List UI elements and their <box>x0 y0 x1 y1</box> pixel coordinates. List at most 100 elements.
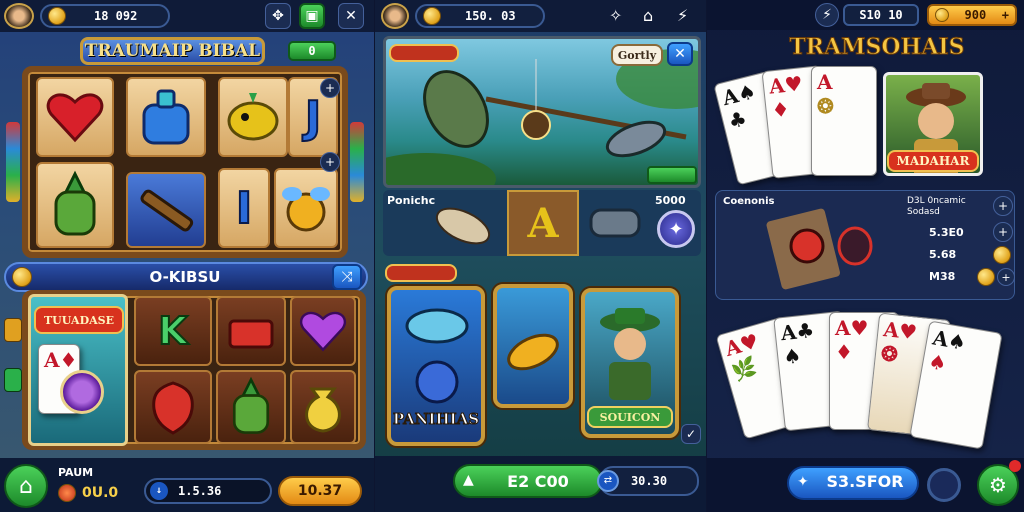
fish-icon <box>227 93 279 141</box>
slot-gem-heart <box>290 296 356 366</box>
scene-tag-right: Gortly <box>611 44 663 66</box>
side-gems-right <box>350 122 364 202</box>
gold-fish-icon <box>507 333 559 371</box>
bonus-coin-icon <box>12 267 32 287</box>
fish-item-icon <box>435 207 491 245</box>
slot-game-panel: 18 092 ✥ ▣ ✕ TRAUMAIP BIBAL 0 J I + + O-… <box>0 0 374 512</box>
info-art <box>763 198 873 290</box>
side-tab-left-2[interactable] <box>4 368 22 392</box>
currency-value: 18 092 <box>94 9 138 23</box>
section-tag <box>385 264 457 282</box>
star-badge-icon[interactable]: ✦ <box>657 210 695 248</box>
toggle-button[interactable] <box>927 468 961 502</box>
fish-card-title: PANIHIAS <box>392 410 480 429</box>
play-button-value: E2 C00 <box>507 472 569 491</box>
chest-icon <box>228 319 274 349</box>
home-icon[interactable]: ⌂ <box>643 6 653 25</box>
slot-bomb <box>36 162 114 248</box>
shop-icon[interactable]: ▣ <box>299 3 325 29</box>
slot-bomb-2 <box>216 370 286 444</box>
add-icon: + <box>1001 8 1009 22</box>
play-icon: ▲ <box>463 472 474 488</box>
fishing-game-panel: 150. 03 ✧ ⌂ ⚡ Gortly ✕ Ponichc A 5000 ✦ … <box>375 0 706 512</box>
level-badge[interactable]: 0 <box>288 41 336 61</box>
slot-letter-i: I <box>218 168 270 248</box>
bet-value: 1.5.36 <box>178 484 222 498</box>
shield-icon <box>152 381 194 435</box>
item-fish[interactable] <box>427 194 499 254</box>
side-gems-left <box>6 122 20 202</box>
potion-icon <box>142 89 190 145</box>
card-ace-crest[interactable]: A ❂ <box>811 66 877 176</box>
slot-heart <box>36 77 114 157</box>
item-reel[interactable] <box>587 200 643 244</box>
bet-icon: ↓ <box>150 482 168 500</box>
coin-icon <box>993 246 1011 264</box>
slot-fish <box>218 77 288 157</box>
telescope-icon <box>140 189 194 232</box>
close-icon[interactable]: ✕ <box>667 42 693 66</box>
slot-telescope <box>126 172 206 248</box>
feather-emblem <box>766 208 873 290</box>
play-button-value: S3.SFOR <box>826 472 904 491</box>
featured-card-title: TUUADASE <box>34 306 124 334</box>
gem-heart-icon <box>300 311 346 352</box>
bet-pill[interactable]: ↓ 1.5.36 <box>144 478 272 504</box>
player-avatar[interactable] <box>381 3 409 29</box>
items-value: 5000 <box>655 194 686 207</box>
value-row-2: 5.68 <box>929 248 957 261</box>
coin-icon <box>935 8 949 22</box>
tools-icon[interactable]: ✕ <box>338 3 364 29</box>
info-right-sub: Sodasd <box>907 207 940 217</box>
currency-value: 150. 03 <box>465 9 516 23</box>
add-icon[interactable]: + <box>993 196 1013 216</box>
level-badge-value: 0 <box>308 44 316 58</box>
bonus-bar-label: O-KIBSU <box>149 268 221 286</box>
game-title: TRAMSOHAIS <box>789 34 965 61</box>
score-value: S10 10 <box>859 8 903 22</box>
boost-icon[interactable]: ⚡ <box>677 6 688 25</box>
home-button[interactable]: ⌂ <box>4 464 48 508</box>
coin-icon <box>48 7 66 25</box>
check-icon[interactable]: ✓ <box>681 424 701 444</box>
slot-shield <box>134 370 212 444</box>
hero-portrait <box>600 308 660 400</box>
scene-tag <box>389 44 459 62</box>
value-row-3: M38 <box>929 270 956 283</box>
total-icon: ⇄ <box>597 470 619 492</box>
win-button[interactable]: 10.37 <box>278 476 362 506</box>
bee-icon <box>282 187 330 232</box>
settings-icon[interactable]: ✧ <box>609 6 622 25</box>
add-icon-3[interactable]: + <box>997 268 1015 286</box>
move-icon[interactable]: ✥ <box>265 3 291 29</box>
coin-icon-2 <box>977 268 995 286</box>
add-icon[interactable]: + <box>320 78 340 98</box>
slot-letter-k: K <box>134 296 212 366</box>
bomb-icon <box>232 376 270 434</box>
bottom-coin-icon <box>58 484 76 502</box>
game-title: TRAUMAIP BIBAL <box>80 37 265 65</box>
pouch-icon <box>305 387 341 433</box>
add-icon-2[interactable]: + <box>320 152 340 172</box>
slot-pouch <box>290 370 356 444</box>
slot-chest <box>216 296 286 366</box>
player-avatar[interactable] <box>4 3 34 29</box>
currency-pill: 150. 03 <box>415 4 545 28</box>
gold-pill[interactable]: 900 + <box>927 4 1017 26</box>
chip-icon <box>60 370 104 414</box>
hero-card-title: MADAHAR <box>887 150 979 172</box>
shuffle-icon[interactable]: ⤨ <box>332 264 362 290</box>
item-letter[interactable]: A <box>507 190 579 256</box>
value-row-1: 5.3E0 <box>929 226 964 239</box>
bottom-coin-value: 0U.0 <box>82 485 119 501</box>
add-icon-2[interactable]: + <box>993 222 1013 242</box>
side-tab-left[interactable] <box>4 318 22 342</box>
catch-label <box>647 166 697 184</box>
info-right-title: D3L 0ncamic <box>907 196 966 206</box>
card-game-panel: ⚡ S10 10 900 + TRAMSOHAIS A♠ ♣ A♥ ♦ A ❂ MAD… <box>707 0 1024 512</box>
boost-icon[interactable]: ⚡ <box>815 3 839 27</box>
gold-value: 900 <box>964 8 987 22</box>
play-icon: ✦ <box>797 474 809 490</box>
notification-badge <box>1009 460 1021 472</box>
slot-bee <box>274 168 338 248</box>
